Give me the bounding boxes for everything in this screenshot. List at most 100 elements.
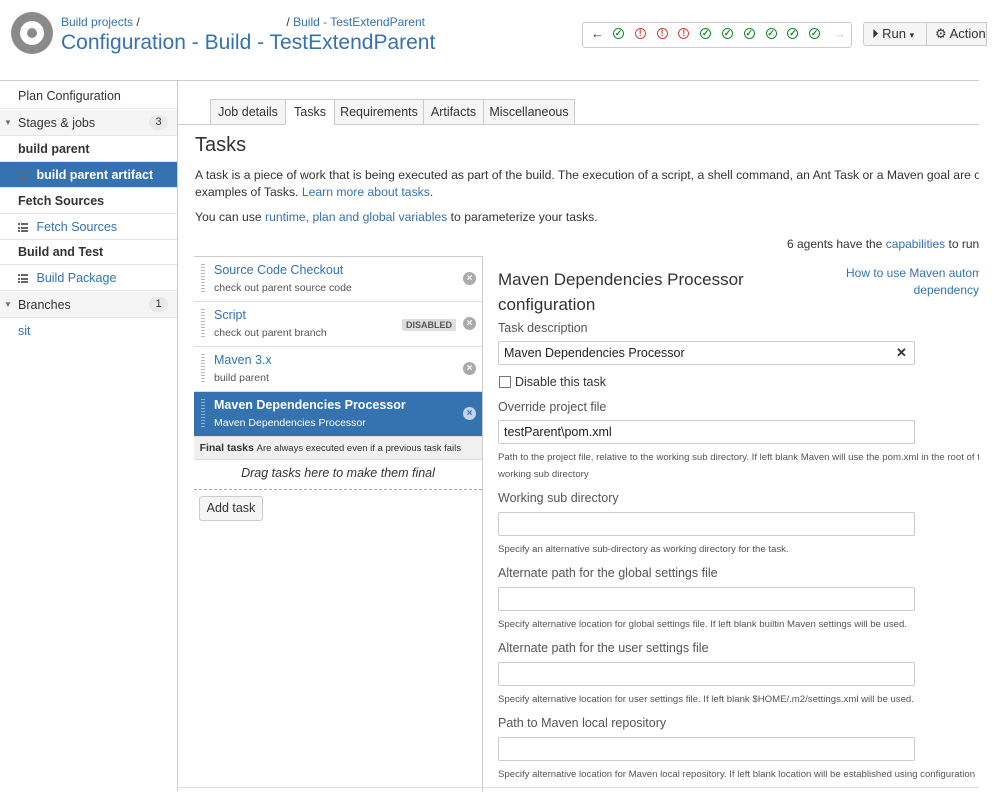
tab-artifacts[interactable]: Artifacts: [423, 99, 484, 125]
capabilities-link[interactable]: capabilities: [886, 237, 945, 251]
sidebar-item-label: build parent artifact: [36, 168, 154, 182]
global-settings-input[interactable]: [498, 587, 915, 611]
task-description: check out parent source code: [214, 282, 352, 294]
build-success-icon[interactable]: ✓: [613, 28, 624, 39]
expand-triangle-icon[interactable]: ▼: [4, 110, 12, 136]
sidebar-stage-fetch-sources[interactable]: Fetch Sources: [0, 188, 177, 214]
gear-icon: ⚙: [935, 26, 947, 41]
delete-task-icon[interactable]: ×: [463, 407, 476, 420]
maven-help-link[interactable]: How to use Maven automatic dependency: [846, 265, 979, 299]
task-name[interactable]: Script: [214, 308, 246, 322]
override-project-file-hint-2: working sub directory: [498, 469, 589, 480]
actions-button[interactable]: ⚙ Actions: [927, 22, 987, 46]
working-sub-directory-input[interactable]: [498, 512, 915, 536]
next-build-arrow-icon[interactable]: →: [833, 26, 846, 41]
task-item-source-code-checkout[interactable]: Source Code Checkout check out parent so…: [194, 257, 482, 302]
sidebar-stage-build-and-test[interactable]: Build and Test: [0, 239, 177, 265]
clear-field-icon[interactable]: ✕: [896, 345, 907, 361]
page-header: Build projects / / Build - TestExtendPar…: [0, 0, 987, 81]
bamboo-logo-icon[interactable]: [11, 12, 53, 54]
sidebar-stage-build-parent[interactable]: build parent: [0, 136, 177, 162]
sidebar-item-label: Stages & jobs: [18, 116, 96, 130]
build-success-icon[interactable]: ✓: [787, 28, 799, 39]
tab-job-details[interactable]: Job details: [210, 99, 286, 125]
delete-task-icon[interactable]: ×: [463, 272, 476, 285]
sidebar-item-label: Plan Configuration: [18, 89, 121, 103]
build-failed-icon[interactable]: !: [678, 28, 690, 39]
build-failed-icon[interactable]: !: [634, 28, 646, 39]
sidebar-item-label: Branches: [18, 298, 71, 312]
task-name[interactable]: Source Code Checkout: [214, 263, 343, 277]
build-failed-icon[interactable]: !: [656, 28, 668, 39]
task-name[interactable]: Maven Dependencies Processor: [214, 398, 406, 412]
agents-capabilities-note: 6 agents have the capabilities to run th…: [787, 237, 979, 251]
working-sub-directory-label: Working sub directory: [498, 491, 619, 505]
task-list-icon: [18, 274, 28, 284]
drag-handle[interactable]: [201, 354, 205, 384]
task-description: build parent: [214, 372, 269, 384]
final-tasks-note: Are always executed even if a previous t…: [256, 443, 461, 454]
task-description-input[interactable]: Maven Dependencies Processor: [498, 341, 915, 365]
sidebar-job-build-package[interactable]: Build Package: [0, 265, 177, 291]
task-item-maven-3x[interactable]: Maven 3.x build parent ×: [194, 347, 482, 392]
task-item-script[interactable]: Script check out parent branch DISABLED …: [194, 302, 482, 347]
learn-more-tasks-link[interactable]: Learn more about tasks: [302, 185, 430, 199]
drag-handle[interactable]: [201, 309, 205, 339]
actions-label: Actions: [949, 26, 986, 41]
build-success-icon[interactable]: ✓: [809, 28, 821, 39]
redacted-project: [143, 14, 284, 26]
sidebar-item-plan-configuration[interactable]: Plan Configuration: [0, 83, 177, 109]
task-name[interactable]: Maven 3.x: [214, 353, 272, 367]
user-settings-label: Alternate path for the user settings fil…: [498, 641, 709, 655]
disable-task-checkbox[interactable]: [499, 376, 511, 388]
sidebar-section-stages-jobs[interactable]: ▼ Stages & jobs 3: [0, 110, 177, 136]
task-item-maven-dependencies-processor[interactable]: Maven Dependencies Processor Maven Depen…: [194, 392, 482, 437]
add-task-button[interactable]: Add task: [199, 496, 263, 521]
sidebar-job-build-parent-artifact[interactable]: build parent artifact: [0, 162, 177, 188]
sidebar-section-branches[interactable]: ▼ Branches 1: [0, 292, 177, 318]
tasks-intro-line1: A task is a piece of work that is being …: [195, 168, 979, 182]
sidebar-job-fetch-sources[interactable]: Fetch Sources: [0, 214, 177, 240]
disable-task-label[interactable]: Disable this task: [515, 375, 606, 389]
override-project-file-input[interactable]: testParent\pom.xml: [498, 420, 915, 444]
previous-build-arrow-icon[interactable]: ←: [591, 26, 604, 41]
drag-handle[interactable]: [201, 264, 205, 294]
local-repository-input[interactable]: [498, 737, 915, 761]
breadcrumb-separator: /: [286, 15, 290, 29]
expand-triangle-icon[interactable]: ▼: [4, 292, 12, 318]
final-tasks-drop-zone[interactable]: Drag tasks here to make them final: [194, 460, 482, 490]
breadcrumb-plan[interactable]: Build - TestExtendParent: [293, 15, 425, 29]
tasks-heading: Tasks: [195, 134, 247, 156]
sidebar: Plan Configuration ▼ Stages & jobs 3 bui…: [0, 81, 178, 791]
task-list: Source Code Checkout check out parent so…: [194, 256, 483, 792]
tab-requirements[interactable]: Requirements: [334, 99, 424, 125]
sidebar-item-label: Build and Test: [18, 245, 104, 259]
task-description: check out parent branch: [214, 327, 327, 339]
disabled-badge: DISABLED: [401, 319, 456, 331]
delete-task-icon[interactable]: ×: [463, 362, 476, 375]
delete-task-icon[interactable]: ×: [463, 317, 476, 330]
task-description: Maven Dependencies Processor: [214, 417, 366, 429]
tab-tasks[interactable]: Tasks: [285, 99, 335, 125]
build-success-icon[interactable]: ✓: [743, 28, 755, 39]
build-success-icon[interactable]: ✓: [765, 28, 777, 39]
task-description-label: Task description: [498, 321, 588, 335]
run-button[interactable]: ⏵ Run ▾: [863, 22, 927, 46]
final-tasks-header: Final tasks Are always executed even if …: [194, 437, 482, 460]
sidebar-item-label: sit: [18, 324, 31, 338]
drag-handle[interactable]: [201, 399, 205, 429]
user-settings-input[interactable]: [498, 662, 915, 686]
tasks-intro-line2: examples of Tasks. Learn more about task…: [195, 185, 434, 199]
config-title: Maven Dependencies Processor configurati…: [498, 270, 744, 314]
build-success-icon[interactable]: ✓: [722, 28, 733, 39]
build-success-icon[interactable]: ✓: [700, 28, 712, 39]
user-settings-hint: Specify alternative location for user se…: [498, 694, 914, 705]
breadcrumb-build-projects[interactable]: Build projects: [61, 15, 133, 29]
sidebar-branch-sit[interactable]: sit: [0, 318, 177, 344]
tab-miscellaneous[interactable]: Miscellaneous: [483, 99, 575, 125]
final-tasks-label: Final tasks: [199, 442, 254, 454]
play-icon: ⏵: [872, 26, 879, 41]
task-list-icon: [18, 223, 28, 233]
footer-divider: [178, 787, 979, 788]
variables-link[interactable]: runtime, plan and global variables: [265, 210, 447, 224]
